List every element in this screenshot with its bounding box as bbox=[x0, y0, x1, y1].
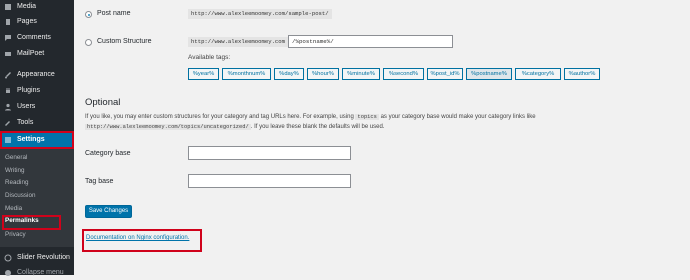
tag-button-day[interactable]: %day% bbox=[274, 68, 304, 80]
sidebar-item-label: Pages bbox=[17, 18, 37, 25]
submenu-item-writing[interactable]: Writing bbox=[5, 166, 24, 176]
mail-icon bbox=[5, 52, 11, 56]
save-changes-button[interactable]: Save Changes bbox=[85, 205, 132, 218]
permalink-settings-content: Post name http://www.alexleemoomey.com/s… bbox=[74, 0, 690, 275]
sidebar-item-media[interactable]: Media bbox=[0, 0, 74, 14]
sidebar-item-label: Collapse menu bbox=[17, 269, 64, 276]
tag-button-monthnum[interactable]: %monthnum% bbox=[222, 68, 271, 80]
category-base-label: Category base bbox=[85, 150, 131, 157]
submenu-item-media[interactable]: Media bbox=[5, 204, 22, 214]
settings-highlight-box bbox=[0, 131, 74, 149]
submenu-item-general[interactable]: General bbox=[5, 153, 27, 163]
custom-structure-label: Custom Structure bbox=[97, 38, 152, 45]
optional-description-line1: If you like, you may enter custom struct… bbox=[85, 114, 536, 120]
optional-description-line2: http://www.alexleemoomey.com/topics/unca… bbox=[85, 124, 385, 130]
post-name-label: Post name bbox=[97, 10, 131, 17]
permalinks-highlight-box bbox=[2, 215, 61, 230]
sidebar-item-label: Tools bbox=[17, 119, 34, 126]
sidebar-item-label: Media bbox=[17, 3, 37, 10]
sidebar-item-label: Comments bbox=[17, 34, 51, 41]
admin-sidebar: Media Pages Comments MailPoet Appearance… bbox=[0, 0, 74, 276]
post-name-example: http://www.alexleemoomey.com/sample-post… bbox=[188, 9, 332, 19]
post-name-radio[interactable] bbox=[85, 11, 92, 18]
optional-desc-code: topics bbox=[355, 114, 379, 120]
custom-structure-prefix: http://www.alexleemoomey.com bbox=[188, 37, 288, 47]
sidebar-item-tools[interactable]: Tools bbox=[0, 116, 74, 130]
sidebar-item-label: Slider Revolution bbox=[17, 254, 70, 261]
sidebar-item-comments[interactable]: Comments bbox=[0, 31, 74, 45]
available-tags-label: Available tags: bbox=[188, 54, 231, 61]
sidebar-item-plugins[interactable]: Plugins bbox=[0, 84, 74, 98]
custom-structure-radio[interactable] bbox=[85, 39, 92, 46]
category-base-input[interactable] bbox=[188, 146, 351, 160]
tag-base-label: Tag base bbox=[85, 178, 114, 185]
sidebar-item-label: MailPoet bbox=[17, 50, 45, 57]
page-icon bbox=[6, 19, 10, 25]
collapse-menu-button[interactable]: Collapse menu bbox=[0, 266, 74, 280]
sidebar-item-pages[interactable]: Pages bbox=[0, 15, 74, 29]
sidebar-item-label: Appearance bbox=[17, 71, 55, 78]
custom-structure-input[interactable]: /%postname%/ bbox=[288, 35, 453, 48]
slider-icon bbox=[4, 254, 12, 262]
settings-submenu: General Writing Reading Discussion Media… bbox=[0, 149, 74, 247]
tag-base-input[interactable] bbox=[188, 174, 351, 188]
tag-button-category[interactable]: %category% bbox=[515, 68, 561, 80]
media-icon bbox=[5, 4, 11, 10]
tag-button-second[interactable]: %second% bbox=[383, 68, 424, 80]
tag-button-postname[interactable]: %postname% bbox=[466, 68, 512, 80]
submenu-item-privacy[interactable]: Privacy bbox=[5, 230, 26, 240]
optional-desc-text: If you like, you may enter custom struct… bbox=[85, 114, 354, 120]
optional-desc-code: http://www.alexleemoomey.com/topics/unca… bbox=[85, 124, 251, 130]
submenu-item-discussion[interactable]: Discussion bbox=[5, 191, 35, 201]
brush-icon bbox=[5, 72, 11, 79]
sidebar-item-label: Plugins bbox=[17, 87, 40, 94]
tag-button-hour[interactable]: %hour% bbox=[307, 68, 339, 80]
optional-heading: Optional bbox=[85, 97, 121, 108]
sidebar-item-label: Users bbox=[17, 103, 36, 110]
wrench-icon bbox=[5, 121, 10, 126]
sidebar-item-appearance[interactable]: Appearance bbox=[0, 68, 74, 82]
comment-icon bbox=[5, 35, 11, 41]
collapse-icon bbox=[5, 270, 11, 276]
tag-button-post-id[interactable]: %post_id% bbox=[427, 68, 463, 80]
sidebar-item-mailpoet[interactable]: MailPoet bbox=[0, 47, 74, 61]
optional-desc-text: . If you leave these blank the defaults … bbox=[250, 124, 385, 130]
nginx-documentation-link[interactable]: Documentation on Nginx configuration. bbox=[86, 235, 189, 241]
optional-desc-text: as your category base would make your ca… bbox=[380, 114, 536, 120]
tag-button-minute[interactable]: %minute% bbox=[342, 68, 380, 80]
submenu-item-reading[interactable]: Reading bbox=[5, 178, 28, 188]
user-icon bbox=[5, 103, 11, 111]
plugin-icon bbox=[6, 88, 10, 93]
tag-button-author[interactable]: %author% bbox=[564, 68, 600, 80]
sidebar-item-slider-revolution[interactable]: Slider Revolution bbox=[0, 251, 74, 265]
tag-button-year[interactable]: %year% bbox=[188, 68, 219, 80]
sidebar-item-users[interactable]: Users bbox=[0, 100, 74, 114]
